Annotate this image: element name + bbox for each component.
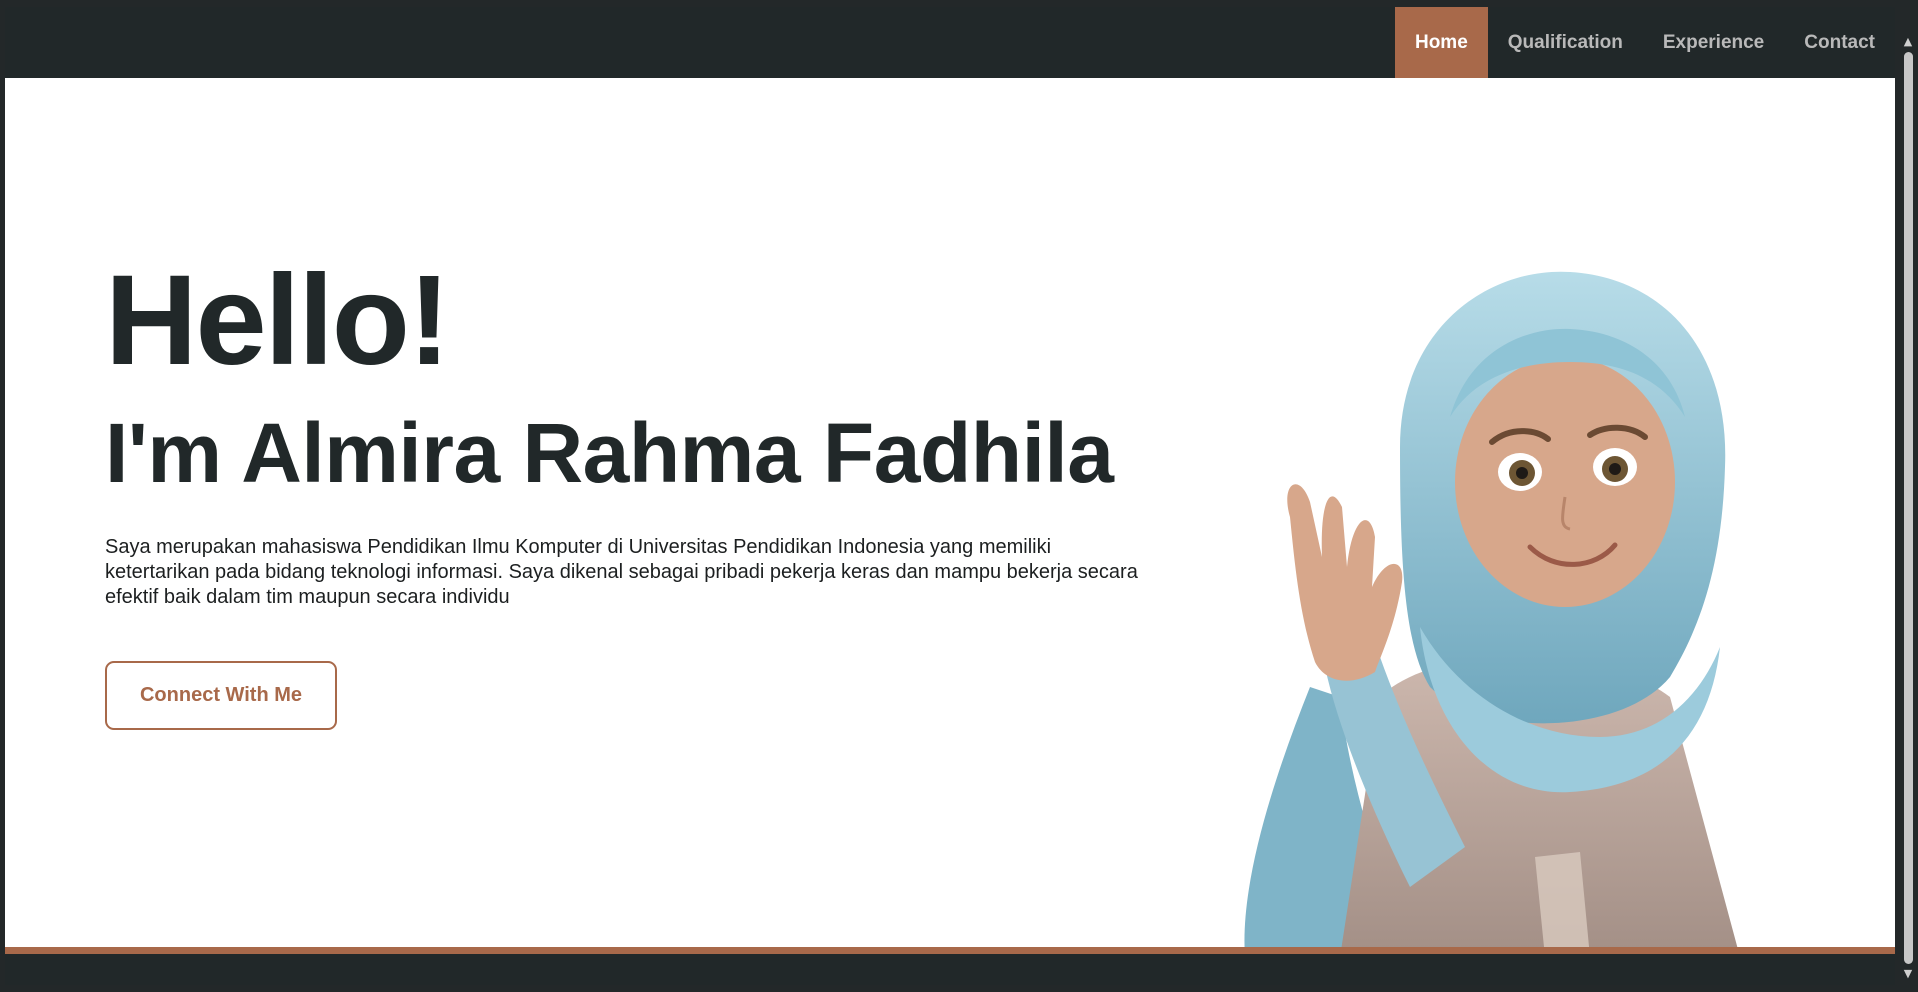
browser-window: Home Qualification Experience Contact He… <box>5 7 1895 985</box>
scroll-up-icon[interactable]: ▲ <box>1902 36 1914 48</box>
face <box>1455 357 1675 607</box>
hero-bio: Saya merupakan mahasiswa Pendidikan Ilmu… <box>105 536 1138 608</box>
vertical-scrollbar[interactable]: ▲ ▼ <box>1898 0 1918 992</box>
nav-link-qualification[interactable]: Qualification <box>1488 7 1643 78</box>
hero-section: Hello! I'm Almira Rahma Fadhila Saya mer… <box>105 257 1145 730</box>
hero-name: I'm Almira Rahma Fadhila <box>105 406 1114 500</box>
nav-link-experience[interactable]: Experience <box>1643 7 1784 78</box>
nav-link-contact[interactable]: Contact <box>1784 7 1895 78</box>
footer-band <box>5 947 1895 985</box>
navbar: Home Qualification Experience Contact <box>5 7 1895 78</box>
connect-with-me-button[interactable]: Connect With Me <box>105 661 337 730</box>
nav-link-home[interactable]: Home <box>1394 7 1488 78</box>
waving-hand <box>1287 484 1403 681</box>
hero-greeting: Hello! <box>105 249 451 392</box>
scroll-thumb[interactable] <box>1904 52 1913 964</box>
nav-links: Home Qualification Experience Contact <box>1394 7 1895 78</box>
waving-girl-illustration <box>1244 271 1740 957</box>
scroll-down-icon[interactable]: ▼ <box>1902 968 1914 980</box>
